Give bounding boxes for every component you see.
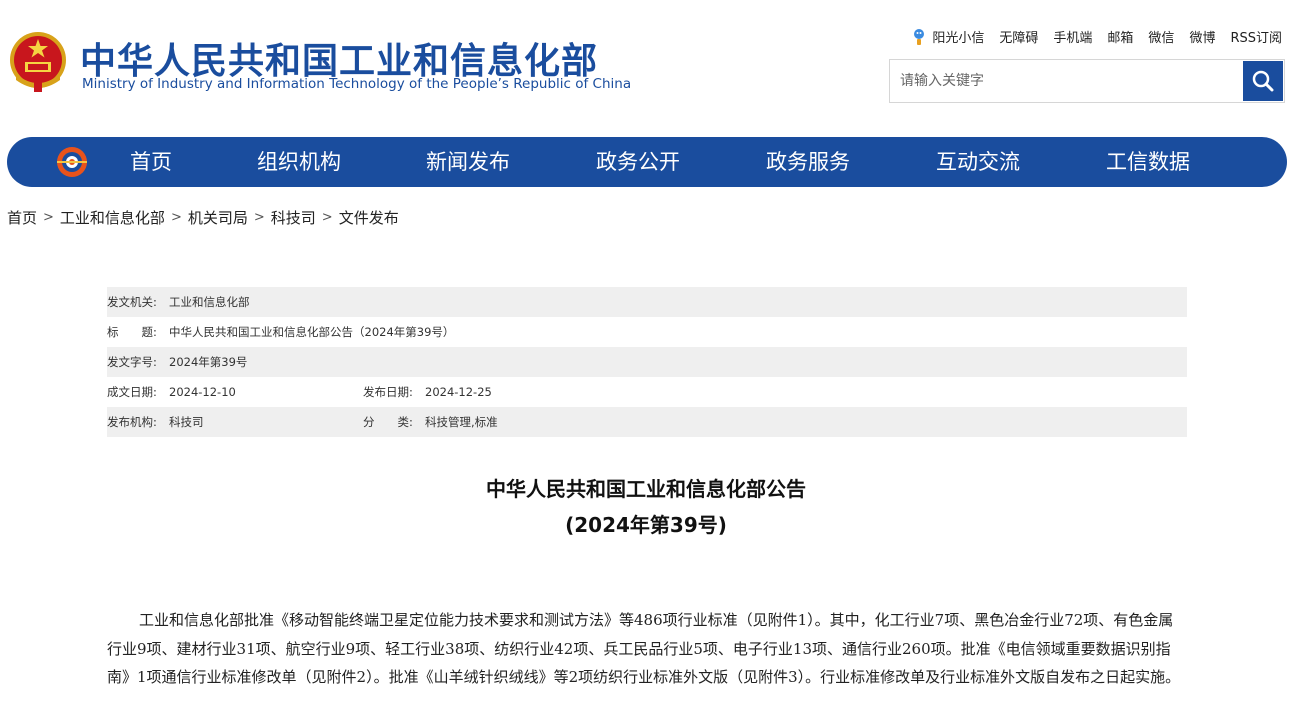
breadcrumb-miit[interactable]: 工业和信息化部 bbox=[60, 207, 165, 228]
nav-news[interactable]: 新闻发布 bbox=[426, 137, 510, 187]
nav-data[interactable]: 工信数据 bbox=[1106, 137, 1190, 187]
nav-home[interactable]: 首页 bbox=[130, 137, 172, 187]
meta-issuer-value: 工业和信息化部 bbox=[169, 295, 250, 309]
national-emblem-icon bbox=[8, 30, 68, 94]
meta-issuer-label: 发文机关: bbox=[107, 295, 157, 309]
meta-row: 成文日期: 2024-12-10 发布日期: 2024-12-25 bbox=[107, 377, 1187, 407]
search-button[interactable] bbox=[1243, 61, 1283, 101]
breadcrumb-separator: > bbox=[253, 210, 265, 225]
miit-logo-icon bbox=[55, 145, 89, 179]
meta-row: 发文字号: 2024年第39号 bbox=[107, 347, 1187, 377]
meta-org-label: 发布机构: bbox=[107, 415, 157, 429]
breadcrumb-home[interactable]: 首页 bbox=[7, 207, 37, 228]
meta-row: 标 题: 中华人民共和国工业和信息化部公告（2024年第39号） bbox=[107, 317, 1187, 347]
meta-row: 发文机关: 工业和信息化部 bbox=[107, 287, 1187, 317]
main-nav: 首页 组织机构 新闻发布 政务公开 政务服务 互动交流 工信数据 bbox=[7, 137, 1287, 187]
meta-row: 发布机构: 科技司 分 类: 科技管理,标准 bbox=[107, 407, 1187, 437]
top-link-sunshine[interactable]: 阳光小信 bbox=[911, 27, 984, 46]
meta-org-value: 科技司 bbox=[169, 415, 204, 429]
meta-title-label: 标 题: bbox=[107, 325, 157, 339]
site-subtitle: Ministry of Industry and Information Tec… bbox=[82, 76, 632, 92]
search-icon bbox=[1252, 70, 1274, 92]
meta-category-label: 分 类: bbox=[363, 415, 413, 429]
meta-date-value: 2024-12-10 bbox=[169, 385, 236, 399]
top-link-weibo[interactable]: 微博 bbox=[1189, 27, 1215, 46]
breadcrumb-documents[interactable]: 文件发布 bbox=[339, 207, 399, 228]
nav-interaction[interactable]: 互动交流 bbox=[936, 137, 1020, 187]
meta-date-label: 成文日期: bbox=[107, 385, 157, 399]
article-number: (2024年第39号) bbox=[565, 513, 727, 537]
top-link-accessibility[interactable]: 无障碍 bbox=[999, 27, 1038, 46]
top-link-label: 阳光小信 bbox=[932, 31, 985, 46]
top-link-rss[interactable]: RSS订阅 bbox=[1230, 27, 1282, 46]
meta-doc-no-label: 发文字号: bbox=[107, 355, 157, 369]
top-link-mail[interactable]: 邮箱 bbox=[1107, 27, 1133, 46]
article-title: 中华人民共和国工业和信息化部公告 bbox=[486, 477, 806, 501]
meta-category-value: 科技管理,标准 bbox=[425, 415, 498, 429]
meta-title-value: 中华人民共和国工业和信息化部公告（2024年第39号） bbox=[169, 325, 455, 339]
document-meta-table: 发文机关: 工业和信息化部 标 题: 中华人民共和国工业和信息化部公告（2024… bbox=[107, 287, 1187, 437]
top-link-mobile[interactable]: 手机端 bbox=[1053, 27, 1092, 46]
meta-publish-value: 2024-12-25 bbox=[425, 385, 492, 399]
breadcrumb-departments[interactable]: 机关司局 bbox=[188, 207, 248, 228]
breadcrumb-separator: > bbox=[170, 210, 182, 225]
search-box bbox=[889, 59, 1285, 103]
meta-doc-no-value: 2024年第39号 bbox=[169, 355, 248, 369]
top-links: 阳光小信 无障碍 手机端 邮箱 微信 微博 RSS订阅 bbox=[911, 27, 1282, 46]
nav-organization[interactable]: 组织机构 bbox=[257, 137, 341, 187]
meta-publish-label: 发布日期: bbox=[363, 385, 413, 399]
nav-gov-service[interactable]: 政务服务 bbox=[766, 137, 850, 187]
article-body: 工业和信息化部批准《移动智能终端卫星定位能力技术要求和测试方法》等486项行业标… bbox=[107, 611, 1181, 686]
mascot-icon bbox=[914, 28, 925, 45]
nav-gov-open[interactable]: 政务公开 bbox=[596, 137, 680, 187]
top-link-wechat[interactable]: 微信 bbox=[1148, 27, 1174, 46]
site-header: 中华人民共和国工业和信息化部 Ministry of Industry and … bbox=[0, 0, 1292, 130]
breadcrumb-separator: > bbox=[321, 210, 333, 225]
breadcrumb-separator: > bbox=[43, 210, 54, 225]
breadcrumb-science-tech[interactable]: 科技司 bbox=[271, 207, 316, 228]
breadcrumb: 首页 > 工业和信息化部 > 机关司局 > 科技司 > 文件发布 bbox=[7, 207, 399, 228]
search-input[interactable] bbox=[890, 60, 1242, 102]
